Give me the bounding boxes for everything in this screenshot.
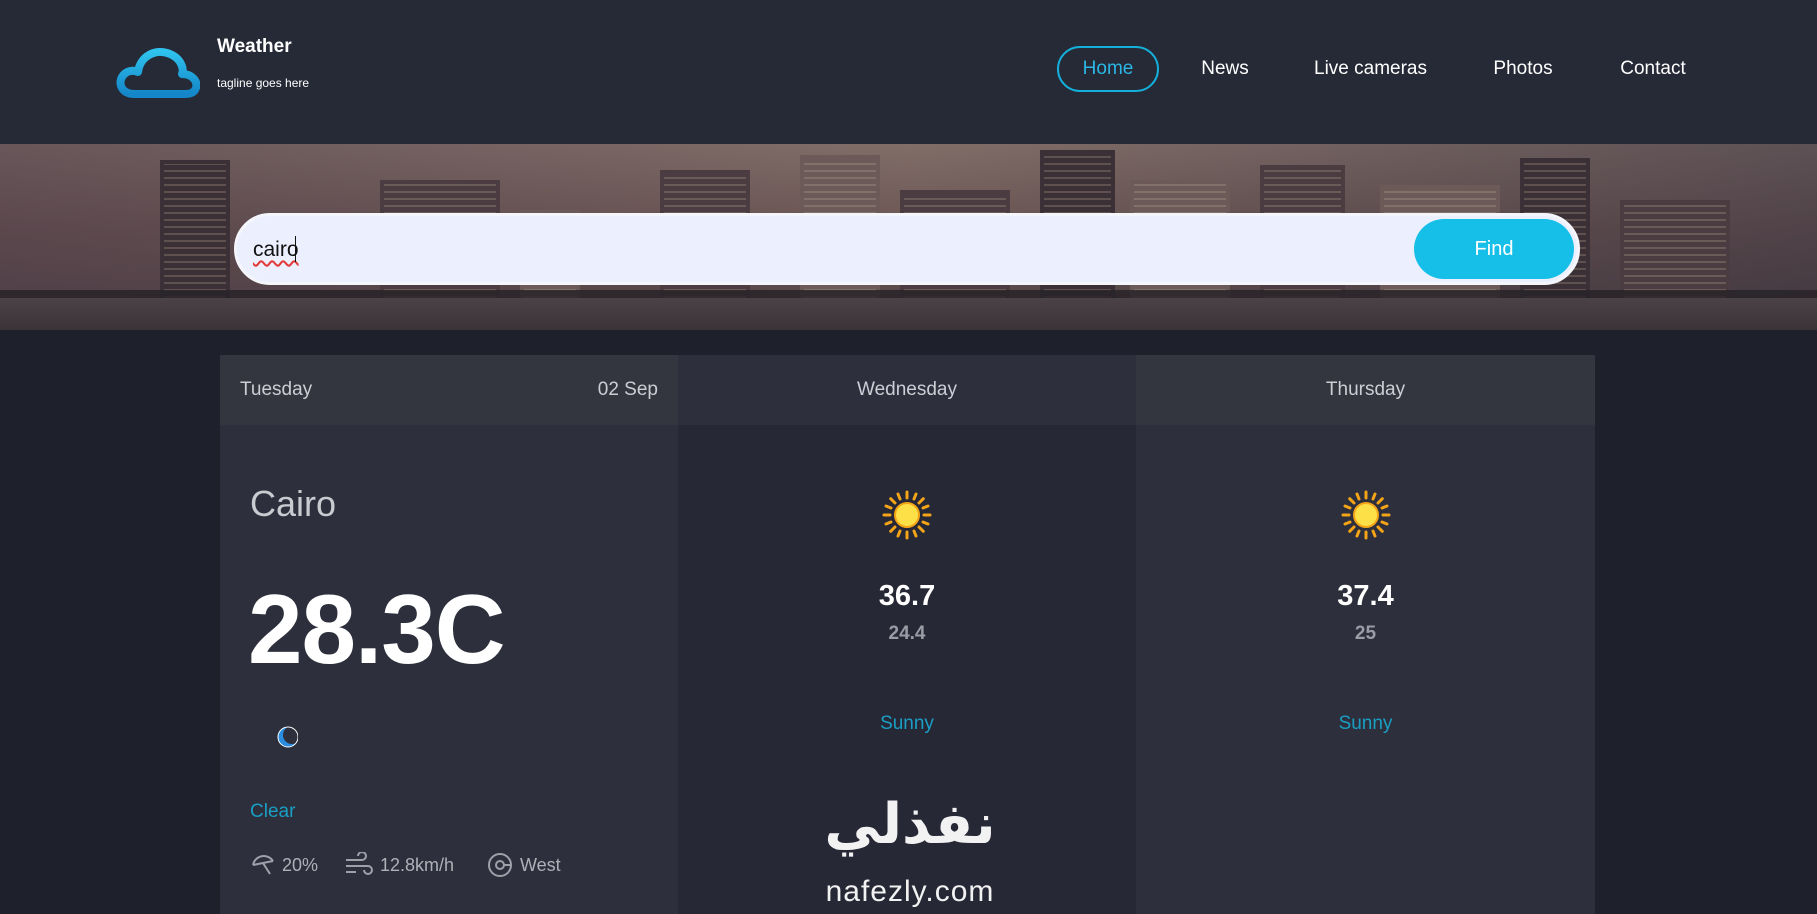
nav-home[interactable]: Home [1057, 46, 1159, 92]
forecast-day: Wednesday 36.7 24.4 Sunny [678, 355, 1136, 914]
forecast-condition: Sunny [880, 713, 934, 734]
forecast-condition: Sunny [1338, 713, 1393, 734]
today-day: Tuesday [240, 379, 313, 400]
search-input-value: cairo [253, 238, 299, 261]
today-header: Tuesday 02 Sep [220, 355, 678, 425]
main-nav: Home News Live cameras Photos Contact [0, 46, 1817, 92]
current-temperature: 28.3C [248, 574, 506, 684]
forecast-day-header: Thursday [1136, 355, 1595, 425]
humidity-stat: 20% [250, 850, 318, 880]
forecast-day-name: Thursday [1325, 379, 1406, 400]
forecast-high: 36.7 [878, 580, 936, 612]
compass-icon [488, 853, 512, 877]
forecast-day: Thursday 37.4 25 Sunny [1136, 355, 1595, 914]
wind-direction-stat: West [486, 850, 561, 880]
nav-news[interactable]: News [1187, 46, 1263, 92]
wind-speed-stat: 12.8km/h [344, 850, 454, 880]
sun-icon [882, 490, 932, 540]
nav-live-cameras[interactable]: Live cameras [1303, 46, 1438, 92]
wind-icon [346, 852, 373, 875]
forecast-day-name: Wednesday [857, 379, 957, 400]
site-header: Weather tagline goes here Home News Live… [0, 0, 1817, 144]
banner-ground [0, 298, 1817, 330]
forecast-low: 25 [1354, 623, 1377, 644]
search-input[interactable] [251, 230, 1401, 270]
find-button[interactable]: Find [1414, 219, 1574, 279]
today-stats: 20% 12.8km/h West [250, 850, 670, 880]
humidity-value: 20% [282, 854, 319, 875]
wind-direction-value: West [520, 854, 561, 875]
forecast-table: Tuesday 02 Sep Cairo 28.3C Clear 20% 12.… [220, 355, 1595, 914]
city-name: Cairo [250, 483, 337, 524]
forecast-low: 24.4 [888, 623, 926, 644]
nav-contact[interactable]: Contact [1611, 46, 1695, 92]
nav-photos[interactable]: Photos [1482, 46, 1564, 92]
forecast-day-header: Wednesday [678, 355, 1136, 425]
today-condition: Clear [250, 801, 296, 822]
umbrella-icon [252, 855, 274, 875]
wind-speed-value: 12.8km/h [380, 854, 455, 875]
forecast-high: 37.4 [1337, 580, 1394, 612]
search-bar: cairo Find [234, 213, 1580, 285]
moon-icon [277, 726, 298, 748]
today-date: 02 Sep [597, 379, 658, 400]
text-caret [295, 236, 296, 262]
sun-icon [1341, 490, 1390, 540]
today-forecast: Tuesday 02 Sep Cairo 28.3C Clear 20% 12.… [220, 355, 678, 914]
